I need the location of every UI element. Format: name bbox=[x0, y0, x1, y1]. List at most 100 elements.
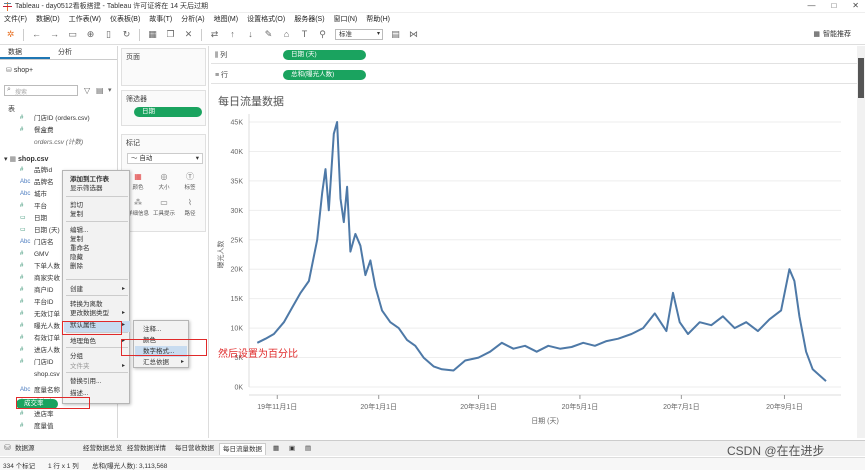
sheet-tab[interactable]: 经营数据总览 bbox=[80, 443, 125, 455]
tab-analysis[interactable]: 分析 bbox=[50, 46, 100, 59]
pages-card[interactable]: 页面 bbox=[121, 48, 206, 86]
view-options-icon[interactable]: ▤ bbox=[96, 86, 104, 95]
context-menu-item[interactable]: 替换引用... bbox=[70, 377, 101, 386]
dropdown-icon[interactable]: ▾ bbox=[108, 86, 112, 94]
sheet-tab[interactable]: 经营数据详情 bbox=[124, 443, 169, 455]
pause-icon[interactable]: ▯ bbox=[103, 29, 114, 40]
show-me-button[interactable]: ▦ 智能推荐 bbox=[813, 29, 851, 39]
swap-icon[interactable]: ⇄ bbox=[209, 29, 220, 40]
context-menu-item[interactable]: 文件夹 bbox=[70, 362, 90, 371]
color-button[interactable]: ▦ 颜色 bbox=[127, 171, 149, 193]
context-menu-item[interactable]: 转换为离散 bbox=[70, 300, 103, 309]
duplicate-sheet-icon[interactable]: ❐ bbox=[165, 29, 176, 40]
filters-card[interactable]: 筛选器 日期 bbox=[121, 90, 206, 126]
group-icon[interactable]: ⌂ bbox=[281, 29, 292, 40]
submenu-item[interactable]: 注释... bbox=[143, 325, 161, 334]
minimize-button[interactable]: — bbox=[807, 1, 815, 10]
tooltip-button[interactable]: ▭ 工具提示 bbox=[153, 197, 175, 219]
context-menu-item[interactable]: 复制 bbox=[70, 235, 83, 244]
mark-type-select[interactable]: 〜 自动 ▾ bbox=[127, 153, 203, 164]
refresh-icon[interactable]: ↻ bbox=[121, 29, 132, 40]
line-chart[interactable]: 0K5K10K15K20K25K30K35K40K45K19年11月1日 20年1… bbox=[211, 84, 856, 436]
menu-item-8[interactable]: 服务器(S) bbox=[294, 14, 324, 24]
toolbar: ✲ ← → ▭ ⊕ ▯ ↻ ▦ ❐ ✕ ⇄ ↑ ↓ ✎ ⌂ T ⚲ 标准 ▤ ⋈… bbox=[0, 25, 865, 45]
columns-shelf[interactable]: ⫼ 列 日期 (天) bbox=[211, 46, 865, 64]
presentation-icon[interactable]: ▤ bbox=[390, 29, 401, 40]
color-icon: ▦ bbox=[134, 172, 142, 181]
new-story-tab-icon[interactable]: ▤ bbox=[302, 443, 314, 455]
title-bar: Tableau - day0512看板搭建 - Tableau 许可证将在 14… bbox=[0, 0, 865, 13]
menu-item-5[interactable]: 分析(A) bbox=[181, 14, 204, 24]
rows-pill[interactable]: 总和(曝光人数) bbox=[283, 70, 366, 80]
sheet-tab[interactable]: 数据源 bbox=[12, 443, 38, 455]
tab-data[interactable]: 数据 bbox=[0, 46, 50, 59]
status-bar: 334 个标记 1 行 x 1 列 总和(曝光人数): 3,113,568 bbox=[0, 457, 865, 470]
sheet-tab[interactable]: 每日营收数据 bbox=[172, 443, 217, 455]
share-icon[interactable]: ⋈ bbox=[408, 29, 419, 40]
redo-icon[interactable]: → bbox=[49, 29, 60, 40]
new-dashboard-tab-icon[interactable]: ▣ bbox=[286, 443, 298, 455]
field-name: 度量值 bbox=[34, 423, 54, 430]
labels-icon[interactable]: T bbox=[299, 29, 310, 40]
context-menu-item[interactable]: 更改数据类型 bbox=[70, 309, 109, 318]
highlight-icon[interactable]: ✎ bbox=[263, 29, 274, 40]
context-menu-item[interactable]: 重命名 bbox=[70, 244, 90, 253]
filter-icon[interactable]: ▽ bbox=[84, 86, 90, 95]
context-menu-item[interactable]: 隐藏 bbox=[70, 253, 83, 262]
submenu-item[interactable]: 汇总依据 bbox=[143, 358, 169, 367]
maximize-button[interactable]: □ bbox=[831, 1, 836, 10]
rows-shelf[interactable]: ≡ 行 总和(曝光人数) bbox=[211, 66, 865, 84]
field-item[interactable]: # 进店率 bbox=[0, 409, 118, 420]
field-name: 门店ID (orders.csv) bbox=[34, 115, 90, 122]
new-sheet-icon[interactable]: ▦ bbox=[147, 29, 158, 40]
pin-icon[interactable]: ⚲ bbox=[317, 29, 328, 40]
save-icon[interactable]: ▭ bbox=[67, 29, 78, 40]
context-menu-item[interactable]: 删除 bbox=[70, 262, 83, 271]
field-item[interactable]: # 餐盒费 bbox=[0, 125, 118, 136]
datasource-name[interactable]: ⛁ shop+ bbox=[6, 66, 33, 74]
size-button[interactable]: ◎ 大小 bbox=[153, 171, 175, 193]
y-tick-label: 25K bbox=[231, 237, 244, 244]
context-menu-item[interactable]: 创建 bbox=[70, 285, 83, 294]
sheet-tab[interactable]: 每日流量数据 bbox=[219, 443, 266, 455]
menu-item-9[interactable]: 窗口(N) bbox=[334, 14, 358, 24]
label-button[interactable]: Ⓣ 标签 bbox=[179, 171, 201, 193]
menu-item-2[interactable]: 工作表(W) bbox=[69, 14, 101, 24]
new-datasource-icon[interactable]: ⊕ bbox=[85, 29, 96, 40]
field-type-icon: # bbox=[20, 287, 24, 293]
menu-item-7[interactable]: 设置格式(O) bbox=[247, 14, 285, 24]
context-menu-item[interactable]: 复制 bbox=[70, 210, 83, 219]
context-menu-item[interactable]: 添加到工作表 bbox=[70, 175, 109, 184]
path-button[interactable]: ⌇ 路径 bbox=[179, 197, 201, 219]
context-menu-item[interactable]: 编辑... bbox=[70, 226, 88, 235]
fit-select[interactable]: 标准 bbox=[335, 29, 383, 40]
context-menu-item[interactable]: 地理角色 bbox=[70, 337, 96, 346]
field-search-input[interactable]: ⌕ 搜索 bbox=[4, 85, 78, 96]
field-item[interactable]: # 门店ID (orders.csv) bbox=[0, 113, 118, 124]
sort-desc-icon[interactable]: ↓ bbox=[245, 29, 256, 40]
clear-sheet-icon[interactable]: ✕ bbox=[183, 29, 194, 40]
context-menu-item[interactable]: 显示筛选器 bbox=[70, 184, 103, 193]
undo-icon[interactable]: ← bbox=[31, 29, 42, 40]
menu-item-0[interactable]: 文件(F) bbox=[4, 14, 27, 24]
vertical-scrollbar[interactable] bbox=[857, 46, 865, 438]
new-sheet-tab-icon[interactable]: ▦ bbox=[270, 443, 282, 455]
close-button[interactable]: ✕ bbox=[852, 1, 859, 10]
field-item[interactable]: orders.csv (计数) bbox=[0, 137, 118, 148]
menu-item-10[interactable]: 帮助(H) bbox=[366, 14, 390, 24]
shop-table-heading[interactable]: ▾ ▦ shop.csv bbox=[4, 155, 48, 163]
cards-pane: 页面 筛选器 日期 标记 〜 自动 ▾ ▦ 颜色 ◎ 大小 Ⓣ 标签 ⁂ 详细信息 ▭ 工… bbox=[119, 46, 209, 438]
context-menu-item[interactable]: 分组 bbox=[70, 352, 83, 361]
menu-item-1[interactable]: 数据(D) bbox=[36, 14, 60, 24]
context-menu-item[interactable]: 剪切 bbox=[70, 201, 83, 210]
scrollbar-thumb[interactable] bbox=[858, 58, 864, 98]
field-item[interactable]: # 度量值 bbox=[0, 421, 118, 432]
menu-item-6[interactable]: 地图(M) bbox=[214, 14, 239, 24]
menu-item-4[interactable]: 故事(T) bbox=[149, 14, 172, 24]
filter-pill-date[interactable]: 日期 bbox=[134, 107, 202, 117]
detail-button[interactable]: ⁂ 详细信息 bbox=[127, 197, 149, 219]
columns-pill[interactable]: 日期 (天) bbox=[283, 50, 366, 60]
menu-item-3[interactable]: 仪表板(B) bbox=[110, 14, 140, 24]
sort-asc-icon[interactable]: ↑ bbox=[227, 29, 238, 40]
tableau-icon[interactable]: ✲ bbox=[5, 29, 16, 40]
